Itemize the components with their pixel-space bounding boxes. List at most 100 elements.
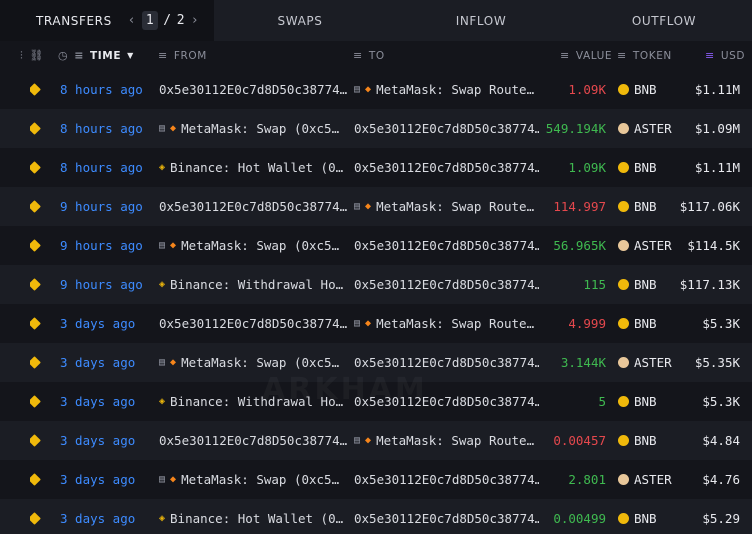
from-entity[interactable]: ◈ Binance: Hot Wallet (0… bbox=[159, 499, 347, 534]
table-row[interactable]: 8 hours ago ◈ Binance: Hot Wallet (0… 0x5e3… bbox=[0, 148, 752, 187]
metamask-fox-icon: ◆ bbox=[365, 84, 372, 95]
from-entity[interactable]: ◈ Binance: Withdrawal Ho… bbox=[159, 265, 347, 304]
to-entity[interactable]: 0x5e30112E0c7d8D50c38774… bbox=[354, 382, 539, 421]
aster-token-icon bbox=[618, 357, 629, 368]
to-entity[interactable]: ▤ ◆ MetaMask: Swap Route… bbox=[354, 187, 539, 226]
table-row[interactable]: 9 hours ago ▤ ◆ MetaMask: Swap (0xc5… 0x5e30… bbox=[0, 226, 752, 265]
time-link[interactable]: 8 hours ago bbox=[60, 109, 155, 148]
token-label: BNB bbox=[634, 160, 657, 175]
to-entity[interactable]: 0x5e30112E0c7d8D50c38774… bbox=[354, 499, 539, 534]
time-link[interactable]: 9 hours ago bbox=[60, 226, 155, 265]
to-entity[interactable]: 0x5e30112E0c7d8D50c38774… bbox=[354, 265, 539, 304]
time-link[interactable]: 3 days ago bbox=[60, 382, 155, 421]
chain-cell bbox=[30, 499, 44, 534]
to-entity[interactable]: 0x5e30112E0c7d8D50c38774… bbox=[354, 460, 539, 499]
time-link[interactable]: 3 days ago bbox=[60, 304, 155, 343]
tab-outflow[interactable]: OUTFLOW bbox=[576, 0, 752, 41]
time-link[interactable]: 8 hours ago bbox=[60, 148, 155, 187]
from-column-header[interactable]: ≡ FROM bbox=[158, 41, 207, 70]
tab-transfers[interactable]: TRANSFERS ‹ 1 / 2 › bbox=[0, 0, 214, 41]
chain-cell bbox=[30, 187, 44, 226]
table-row[interactable]: 3 days ago 0x5e30112E0c7d8D50c38774… ▤ ◆ Met… bbox=[0, 304, 752, 343]
entity-label: MetaMask: Swap Route… bbox=[376, 316, 535, 331]
time-link[interactable]: 3 days ago bbox=[60, 499, 155, 534]
entity-label: MetaMask: Swap Route… bbox=[376, 433, 535, 448]
from-entity[interactable]: 0x5e30112E0c7d8D50c38774… bbox=[159, 304, 347, 343]
tab-swaps[interactable]: SWAPS bbox=[214, 0, 386, 41]
from-entity[interactable]: ▤ ◆ MetaMask: Swap (0xc5… bbox=[159, 226, 347, 265]
from-entity[interactable]: ▤ ◆ MetaMask: Swap (0xc5… bbox=[159, 343, 347, 382]
token-label: BNB bbox=[634, 82, 657, 97]
time-link[interactable]: 9 hours ago bbox=[60, 265, 155, 304]
transfers-table: 8 hours ago 0x5e30112E0c7d8D50c38774… ▤ ◆ Me… bbox=[0, 70, 752, 534]
time-column-header[interactable]: ◷ ≡ TIME ▼ bbox=[58, 41, 134, 70]
filter-icon: ≡ bbox=[353, 49, 363, 62]
to-entity[interactable]: ▤ ◆ MetaMask: Swap Route… bbox=[354, 304, 539, 343]
table-row[interactable]: 3 days ago ▤ ◆ MetaMask: Swap (0xc5… 0x5e301… bbox=[0, 343, 752, 382]
usd-label: $5.3K bbox=[702, 394, 740, 409]
to-entity[interactable]: 0x5e30112E0c7d8D50c38774… bbox=[354, 343, 539, 382]
token-column-header[interactable]: ≡ TOKEN bbox=[617, 41, 672, 70]
to-entity[interactable]: ▤ ◆ MetaMask: Swap Route… bbox=[354, 421, 539, 460]
value-label: 114.997 bbox=[553, 199, 606, 214]
time-label: 9 hours ago bbox=[60, 199, 143, 214]
address-label: 0x5e30112E0c7d8D50c38774… bbox=[354, 277, 539, 292]
tab-inflow[interactable]: INFLOW bbox=[386, 0, 576, 41]
table-row[interactable]: 3 days ago ◈ Binance: Hot Wallet (0… 0x5e30… bbox=[0, 499, 752, 534]
usd-label: $4.84 bbox=[702, 433, 740, 448]
from-entity[interactable]: ▤ ◆ MetaMask: Swap (0xc5… bbox=[159, 460, 347, 499]
table-row[interactable]: 3 days ago ◈ Binance: Withdrawal Ho… 0x5e30… bbox=[0, 382, 752, 421]
to-entity[interactable]: ▤ ◆ MetaMask: Swap Route… bbox=[354, 70, 539, 109]
bnb-chain-icon bbox=[30, 395, 41, 408]
usd-cell: $1.11M bbox=[668, 70, 740, 109]
from-entity[interactable]: 0x5e30112E0c7d8D50c38774… bbox=[159, 187, 347, 226]
bnb-token-icon bbox=[618, 162, 629, 173]
pager: ‹ 1 / 2 › bbox=[126, 11, 201, 30]
time-label: 3 days ago bbox=[60, 316, 136, 331]
table-row[interactable]: 3 days ago 0x5e30112E0c7d8D50c38774… ▤ ◆ Met… bbox=[0, 421, 752, 460]
time-link[interactable]: 9 hours ago bbox=[60, 187, 155, 226]
token-label: BNB bbox=[634, 394, 657, 409]
chevron-left-icon[interactable]: ‹ bbox=[126, 13, 138, 28]
time-link[interactable]: 8 hours ago bbox=[60, 70, 155, 109]
value-cell: 114.997 bbox=[540, 187, 606, 226]
table-header: ⫶ ⛓ ◷ ≡ TIME ▼ ≡ FROM ≡ TO ≡ VALUE ≡ TOK… bbox=[0, 41, 752, 70]
time-link[interactable]: 3 days ago bbox=[60, 343, 155, 382]
value-cell: 1.09K bbox=[540, 148, 606, 187]
time-link[interactable]: 3 days ago bbox=[60, 421, 155, 460]
from-entity[interactable]: ◈ Binance: Withdrawal Ho… bbox=[159, 382, 347, 421]
filter-icon: ≡ bbox=[158, 49, 168, 62]
value-label: 3.144K bbox=[560, 355, 606, 370]
from-entity[interactable]: 0x5e30112E0c7d8D50c38774… bbox=[159, 70, 347, 109]
page-separator: / bbox=[163, 13, 172, 28]
value-label: 1.09K bbox=[568, 160, 606, 175]
entity-label: MetaMask: Swap (0xc5… bbox=[181, 472, 340, 487]
usd-label: $5.29 bbox=[702, 511, 740, 526]
tab-swaps-label: SWAPS bbox=[277, 13, 323, 28]
address-label: 0x5e30112E0c7d8D50c38774… bbox=[159, 199, 347, 214]
to-column-header[interactable]: ≡ TO bbox=[353, 41, 385, 70]
value-label: 56.965K bbox=[553, 238, 606, 253]
bnb-chain-icon bbox=[30, 239, 41, 252]
value-column-header[interactable]: ≡ VALUE bbox=[560, 41, 612, 70]
usd-column-header[interactable]: ≡ USD bbox=[705, 41, 745, 70]
table-row[interactable]: 9 hours ago 0x5e30112E0c7d8D50c38774… ▤ ◆ Me… bbox=[0, 187, 752, 226]
value-label: 2.801 bbox=[568, 472, 606, 487]
to-entity[interactable]: 0x5e30112E0c7d8D50c38774… bbox=[354, 148, 539, 187]
from-entity[interactable]: 0x5e30112E0c7d8D50c38774… bbox=[159, 421, 347, 460]
chevron-right-icon[interactable]: › bbox=[189, 13, 201, 28]
from-entity[interactable]: ◈ Binance: Hot Wallet (0… bbox=[159, 148, 347, 187]
table-row[interactable]: 8 hours ago 0x5e30112E0c7d8D50c38774… ▤ ◆ Me… bbox=[0, 70, 752, 109]
usd-label: $1.11M bbox=[694, 160, 740, 175]
table-row[interactable]: 9 hours ago ◈ Binance: Withdrawal Ho… 0x5e3… bbox=[0, 265, 752, 304]
time-link[interactable]: 3 days ago bbox=[60, 460, 155, 499]
clock-icon: ◷ bbox=[58, 49, 69, 62]
from-entity[interactable]: ▤ ◆ MetaMask: Swap (0xc5… bbox=[159, 109, 347, 148]
bnb-chain-icon bbox=[30, 83, 41, 96]
usd-cell: $4.84 bbox=[668, 421, 740, 460]
chain-filter[interactable]: ⫶ ⛓ bbox=[20, 41, 50, 70]
table-row[interactable]: 3 days ago ▤ ◆ MetaMask: Swap (0xc5… 0x5e301… bbox=[0, 460, 752, 499]
to-entity[interactable]: 0x5e30112E0c7d8D50c38774… bbox=[354, 109, 539, 148]
to-entity[interactable]: 0x5e30112E0c7d8D50c38774… bbox=[354, 226, 539, 265]
table-row[interactable]: 8 hours ago ▤ ◆ MetaMask: Swap (0xc5… 0x5e30… bbox=[0, 109, 752, 148]
